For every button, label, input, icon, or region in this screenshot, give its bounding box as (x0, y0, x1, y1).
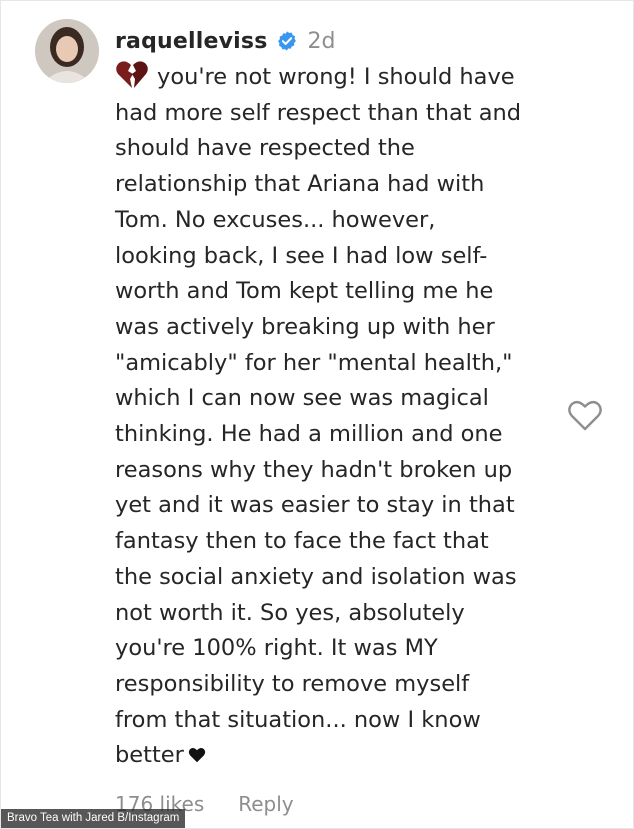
reply-button[interactable]: Reply (238, 792, 293, 816)
broken-heart-emoji-icon (115, 60, 149, 90)
comment-line: from that situation... now I know (115, 706, 481, 733)
comment-line: which I can now see was magical (115, 385, 489, 412)
comment-line: Tom. No excuses... however, (115, 206, 436, 233)
comment-line: worth and Tom kept telling me he (115, 278, 494, 305)
comment-line: "amicably" for her "mental health," (115, 349, 513, 376)
photo-credit: Bravo Tea with Jared B/Instagram (1, 809, 186, 828)
comment-line: should have respected the (115, 135, 415, 162)
comment-line: thinking. He had a million and one (115, 421, 503, 448)
verified-badge-icon (276, 30, 298, 52)
comment-time: 2d (307, 28, 336, 54)
comment-header: raquelleviss 2d (115, 21, 335, 61)
comment-line: had more self respect than that and (115, 99, 522, 126)
black-heart-icon (188, 739, 206, 763)
comment-line-text: better (115, 742, 184, 769)
comment-text: you're not wrong! I should have had more… (115, 60, 563, 774)
comment-line: responsibility to remove myself (115, 670, 470, 697)
comment-line: yet and it was easier to stay in that (115, 492, 515, 519)
like-heart-icon[interactable] (567, 399, 603, 433)
comment-line: relationship that Ariana had with (115, 171, 485, 198)
comment-line: the social anxiety and isolation was (115, 563, 517, 590)
comment-card: raquelleviss 2d you're not wrong! I shou… (0, 0, 634, 829)
username[interactable]: raquelleviss (115, 29, 268, 54)
comment-line: reasons why they hadn't broken up (115, 456, 513, 483)
comment-line: not worth it. So yes, absolutely (115, 599, 465, 626)
comment-line: you're 100% right. It was MY (115, 635, 438, 662)
comment-line: was actively breaking up with her (115, 313, 495, 340)
avatar[interactable] (35, 19, 99, 83)
comment-line: fantasy then to face the fact that (115, 528, 489, 555)
comment-line: better (115, 738, 563, 774)
comment-line: looking back, I see I had low self- (115, 242, 488, 269)
comment-line-text: you're not wrong! I should have (157, 64, 515, 90)
comment-line: you're not wrong! I should have (115, 60, 563, 96)
